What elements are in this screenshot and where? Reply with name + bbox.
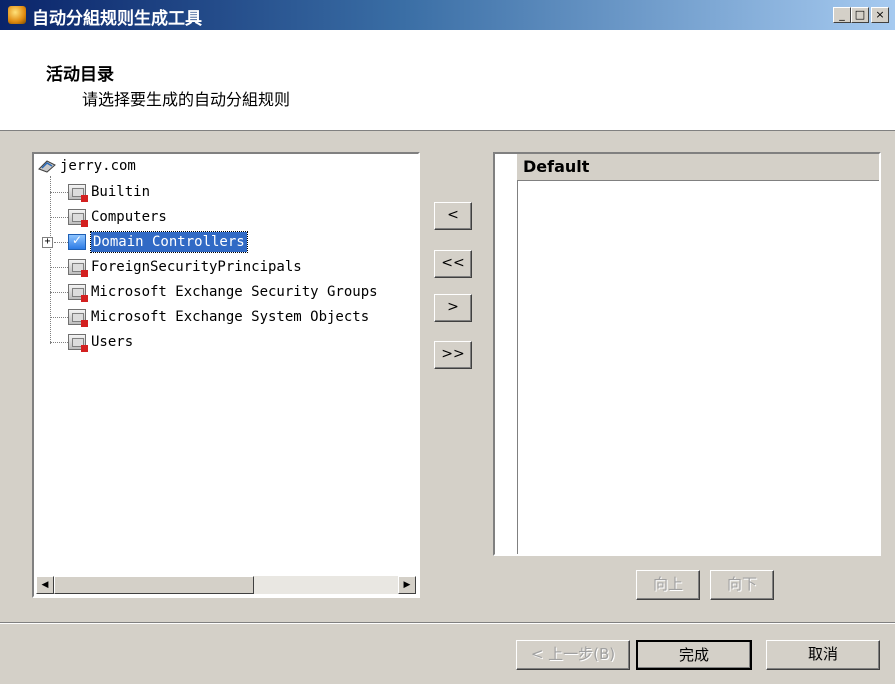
- tree-connector: [50, 267, 68, 268]
- tree-item-domain-controllers[interactable]: Domain Controllers: [90, 231, 248, 253]
- maximize-button[interactable]: □: [851, 7, 869, 23]
- wizard-header: 活动目录 请选择要生成的自动分組规则: [0, 30, 895, 131]
- tree-connector: [50, 217, 68, 218]
- tree-connector: [54, 242, 68, 243]
- scroll-left-icon[interactable]: ◀: [36, 576, 54, 594]
- remove-all-button[interactable]: <<: [434, 250, 472, 278]
- tree-connector: [50, 292, 68, 293]
- scrollbar-thumb[interactable]: [54, 576, 254, 594]
- tree-item-exchange-security-groups[interactable]: Microsoft Exchange Security Groups: [91, 282, 378, 302]
- cancel-button[interactable]: 取消: [766, 640, 880, 670]
- tree-connector: [50, 342, 68, 343]
- back-button[interactable]: < 上一步(B): [516, 640, 630, 670]
- tree-item-foreign-security-principals[interactable]: ForeignSecurityPrincipals: [91, 257, 302, 277]
- ou-badge-icon: [81, 220, 88, 227]
- page-title: 活动目录: [46, 65, 114, 85]
- remove-one-button[interactable]: <: [434, 202, 472, 230]
- title-bar[interactable]: 自动分組规则生成工具 _ □ ×: [0, 0, 895, 30]
- list-gutter: [495, 154, 518, 554]
- expand-icon[interactable]: +: [42, 237, 53, 248]
- list-column-header[interactable]: Default: [517, 154, 879, 181]
- ou-badge-icon: [81, 320, 88, 327]
- add-one-button[interactable]: >: [434, 294, 472, 322]
- ou-badge-icon: [81, 195, 88, 202]
- tree-item-builtin[interactable]: Builtin: [91, 182, 150, 202]
- tree-root-domain[interactable]: jerry.com: [60, 156, 136, 176]
- tree-connector: [50, 192, 68, 193]
- footer-divider: [0, 622, 895, 624]
- move-down-button[interactable]: 向下: [710, 570, 774, 600]
- finish-button[interactable]: 完成: [636, 640, 752, 670]
- tree-connector: [50, 317, 68, 318]
- ou-badge-icon: [81, 270, 88, 277]
- ad-tree-view[interactable]: jerry.com Builtin Computers + Domain Con…: [32, 152, 420, 598]
- tree-item-exchange-system-objects[interactable]: Microsoft Exchange System Objects: [91, 307, 369, 327]
- rule-list[interactable]: Default: [493, 152, 881, 556]
- tree-connector: [50, 176, 51, 344]
- add-all-button[interactable]: >>: [434, 341, 472, 369]
- minimize-button[interactable]: _: [833, 7, 851, 23]
- app-icon: [8, 6, 26, 24]
- tree-horizontal-scrollbar[interactable]: ◀ ▶: [36, 576, 416, 594]
- tree-item-computers[interactable]: Computers: [91, 207, 167, 227]
- scroll-right-icon[interactable]: ▶: [398, 576, 416, 594]
- ou-badge-icon: [81, 345, 88, 352]
- close-button[interactable]: ×: [871, 7, 889, 23]
- tree-item-users[interactable]: Users: [91, 332, 133, 352]
- domain-icon: [38, 160, 56, 173]
- page-subtitle: 请选择要生成的自动分組规则: [82, 90, 291, 109]
- domain-controllers-icon: [68, 233, 86, 250]
- ou-badge-icon: [81, 295, 88, 302]
- window-title: 自动分組规则生成工具: [32, 9, 202, 29]
- move-up-button[interactable]: 向上: [636, 570, 700, 600]
